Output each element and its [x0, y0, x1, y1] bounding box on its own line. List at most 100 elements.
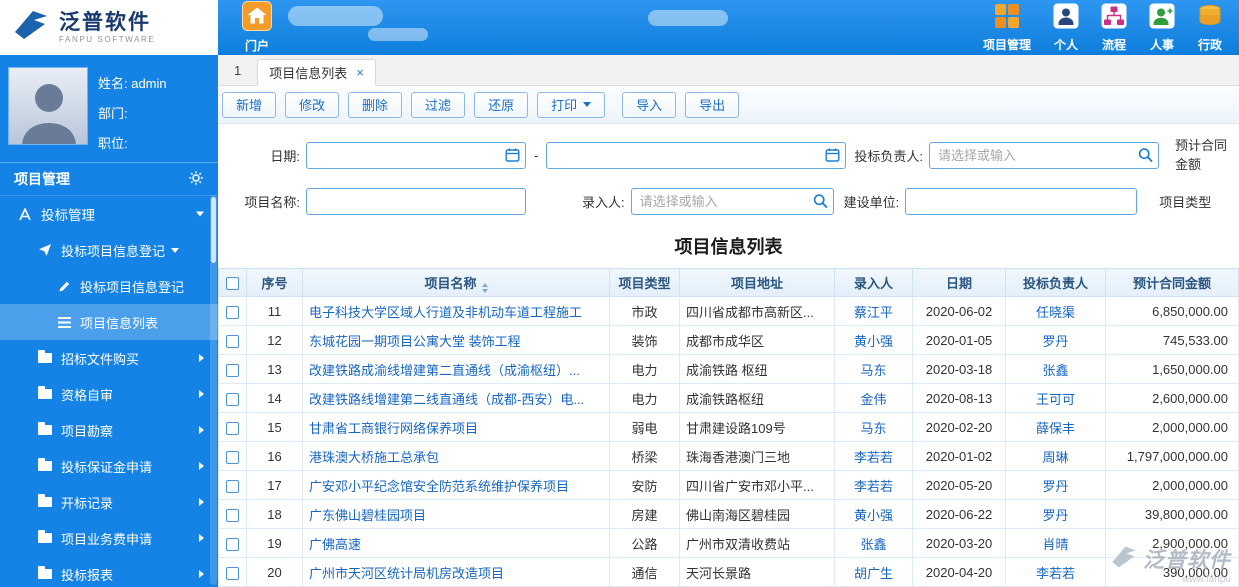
sidebar-folder-item[interactable]: 项目勘察: [0, 412, 218, 448]
tab-counter: 1: [234, 63, 241, 85]
sequence-number: 12: [267, 333, 281, 348]
toolbar-button-4[interactable]: 还原: [474, 92, 528, 118]
recorder-link[interactable]: 黄小强: [854, 334, 893, 349]
column-header: 预计合同金额: [1106, 269, 1239, 297]
sidebar-item-bid-info-register-parent[interactable]: 投标项目信息登记: [0, 232, 218, 268]
search-icon[interactable]: [813, 194, 828, 209]
coins-icon: [1197, 3, 1223, 34]
bid-manager-link[interactable]: 罗丹: [1042, 334, 1068, 349]
project-name-link[interactable]: 改建铁路线增建第二线直通线（成都-西安）电...: [309, 392, 584, 407]
bid-manager-link[interactable]: 张鑫: [1042, 363, 1068, 378]
project-name-link[interactable]: 广州市天河区统计局机房改造项目: [309, 566, 504, 581]
column-header[interactable]: 项目名称: [303, 269, 610, 297]
row-checkbox[interactable]: [226, 393, 239, 406]
recorder-link[interactable]: 胡广生: [854, 566, 893, 581]
bid-manager-link[interactable]: 罗丹: [1042, 479, 1068, 494]
project-name-link[interactable]: 东城花园一期项目公寓大堂 装饰工程: [309, 334, 521, 349]
row-checkbox[interactable]: [226, 364, 239, 377]
toolbar-button-3[interactable]: 过滤: [411, 92, 465, 118]
project-name-input[interactable]: [306, 188, 526, 215]
tab-project-info-list[interactable]: 项目信息列表 ×: [257, 59, 376, 86]
recorder-link[interactable]: 张鑫: [860, 537, 886, 552]
column-header-label: 投标负责人: [1023, 276, 1088, 291]
bid-manager-link[interactable]: 罗丹: [1042, 508, 1068, 523]
calendar-icon[interactable]: [505, 148, 520, 163]
row-checkbox[interactable]: [226, 538, 239, 551]
column-header: 序号: [247, 269, 303, 297]
sort-icon[interactable]: [482, 283, 488, 293]
row-checkbox[interactable]: [226, 480, 239, 493]
project-name-link[interactable]: 港珠澳大桥施工总承包: [309, 450, 439, 465]
top-nav: 项目管理个人流程 人事行政: [983, 0, 1239, 55]
scrollbar-thumb[interactable]: [211, 197, 216, 263]
sidebar-scrollbar[interactable]: [210, 195, 217, 585]
top-nav-hr[interactable]: 人事: [1149, 3, 1175, 53]
project-address-text: 甘肃建设路109号: [686, 421, 786, 436]
top-nav-label: 流程: [1102, 36, 1126, 53]
row-checkbox[interactable]: [226, 335, 239, 348]
sidebar-folder-item[interactable]: 投标保证金申请: [0, 448, 218, 484]
top-nav-person[interactable]: 个人: [1053, 3, 1079, 53]
gear-icon[interactable]: [188, 170, 204, 189]
date-from-input[interactable]: [306, 142, 526, 169]
top-nav-portal[interactable]: 门户: [242, 0, 272, 55]
bid-manager-link[interactable]: 周琳: [1042, 450, 1068, 465]
recorder-link[interactable]: 金伟: [860, 392, 886, 407]
search-icon[interactable]: [1138, 148, 1153, 163]
sidebar-folder-item[interactable]: 投标报表: [0, 556, 218, 587]
select-all-checkbox[interactable]: [226, 277, 239, 290]
sidebar-folder-item[interactable]: 开标记录: [0, 484, 218, 520]
recorder-link[interactable]: 蔡江平: [854, 305, 893, 320]
date-to-input[interactable]: [546, 142, 846, 169]
recorder-link[interactable]: 李若若: [854, 479, 893, 494]
recorder-link[interactable]: 马东: [860, 363, 886, 378]
column-header-label: 序号: [261, 276, 287, 291]
recorder-link[interactable]: 李若若: [854, 450, 893, 465]
project-type-text: 房建: [631, 508, 657, 523]
project-name-link[interactable]: 改建铁路成渝线增建第二直通线（成渝枢纽）...: [309, 363, 580, 378]
edit-icon: [58, 280, 71, 293]
top-nav-grid[interactable]: 项目管理: [983, 3, 1031, 53]
project-name-link[interactable]: 电子科技大学区域人行道及非机动车道工程施工: [309, 305, 582, 320]
sidebar-item-bid-info-register[interactable]: 投标项目信息登记: [0, 268, 218, 304]
bid-manager-link[interactable]: 王可可: [1036, 392, 1075, 407]
row-checkbox[interactable]: [226, 422, 239, 435]
recorder-input[interactable]: [631, 188, 834, 215]
top-nav-workflow[interactable]: 流程: [1101, 3, 1127, 53]
bid-manager-link[interactable]: 李若若: [1036, 566, 1075, 581]
sidebar-section-header[interactable]: 项目管理: [0, 162, 218, 196]
sidebar-folder-item[interactable]: 资格自审: [0, 376, 218, 412]
bid-manager-link[interactable]: 薛保丰: [1036, 421, 1075, 436]
bid-manager-input[interactable]: [929, 142, 1159, 169]
toolbar-button-6[interactable]: 导入: [622, 92, 676, 118]
toolbar-button-1[interactable]: 修改: [285, 92, 339, 118]
sidebar-item-project-info-list[interactable]: 项目信息列表: [0, 304, 218, 340]
sidebar-folder-label: 招标文件购买: [61, 349, 139, 368]
recorder-link[interactable]: 马东: [860, 421, 886, 436]
calendar-icon[interactable]: [825, 148, 840, 163]
recorder-link[interactable]: 黄小强: [854, 508, 893, 523]
toolbar-button-5[interactable]: 打印: [537, 92, 605, 118]
row-checkbox[interactable]: [226, 567, 239, 580]
close-icon[interactable]: ×: [356, 65, 364, 80]
project-name-link[interactable]: 甘肃省工商银行网络保养项目: [309, 421, 478, 436]
project-name-link[interactable]: 广安邓小平纪念馆安全防范系统维护保养项目: [309, 479, 569, 494]
row-checkbox[interactable]: [226, 451, 239, 464]
top-bar: 泛普软件 FANPU SOFTWARE 门户 项目管理个人流程人事行政: [0, 0, 1239, 55]
row-checkbox[interactable]: [226, 306, 239, 319]
project-name-link[interactable]: 广东佛山碧桂园项目: [309, 508, 426, 523]
sidebar-group-bid-management[interactable]: 投标管理: [0, 196, 218, 232]
bid-manager-link[interactable]: 任晓渠: [1036, 305, 1075, 320]
sidebar-folder-item[interactable]: 招标文件购买: [0, 340, 218, 376]
table-container: 序号项目名称项目类型项目地址录入人日期投标负责人预计合同金额 11电子科技大学区…: [218, 268, 1239, 587]
toolbar-button-0[interactable]: 新增: [222, 92, 276, 118]
project-name-link[interactable]: 广佛高速: [309, 537, 361, 552]
bid-manager-link[interactable]: 肖晴: [1042, 537, 1068, 552]
row-checkbox[interactable]: [226, 509, 239, 522]
toolbar-button-2[interactable]: 删除: [348, 92, 402, 118]
toolbar-button-7[interactable]: 导出: [685, 92, 739, 118]
top-nav-coins[interactable]: 行政: [1197, 3, 1223, 53]
sidebar-folder-item[interactable]: 项目业务费申请: [0, 520, 218, 556]
bid-management-icon: [18, 208, 32, 221]
build-unit-input[interactable]: [905, 188, 1137, 215]
